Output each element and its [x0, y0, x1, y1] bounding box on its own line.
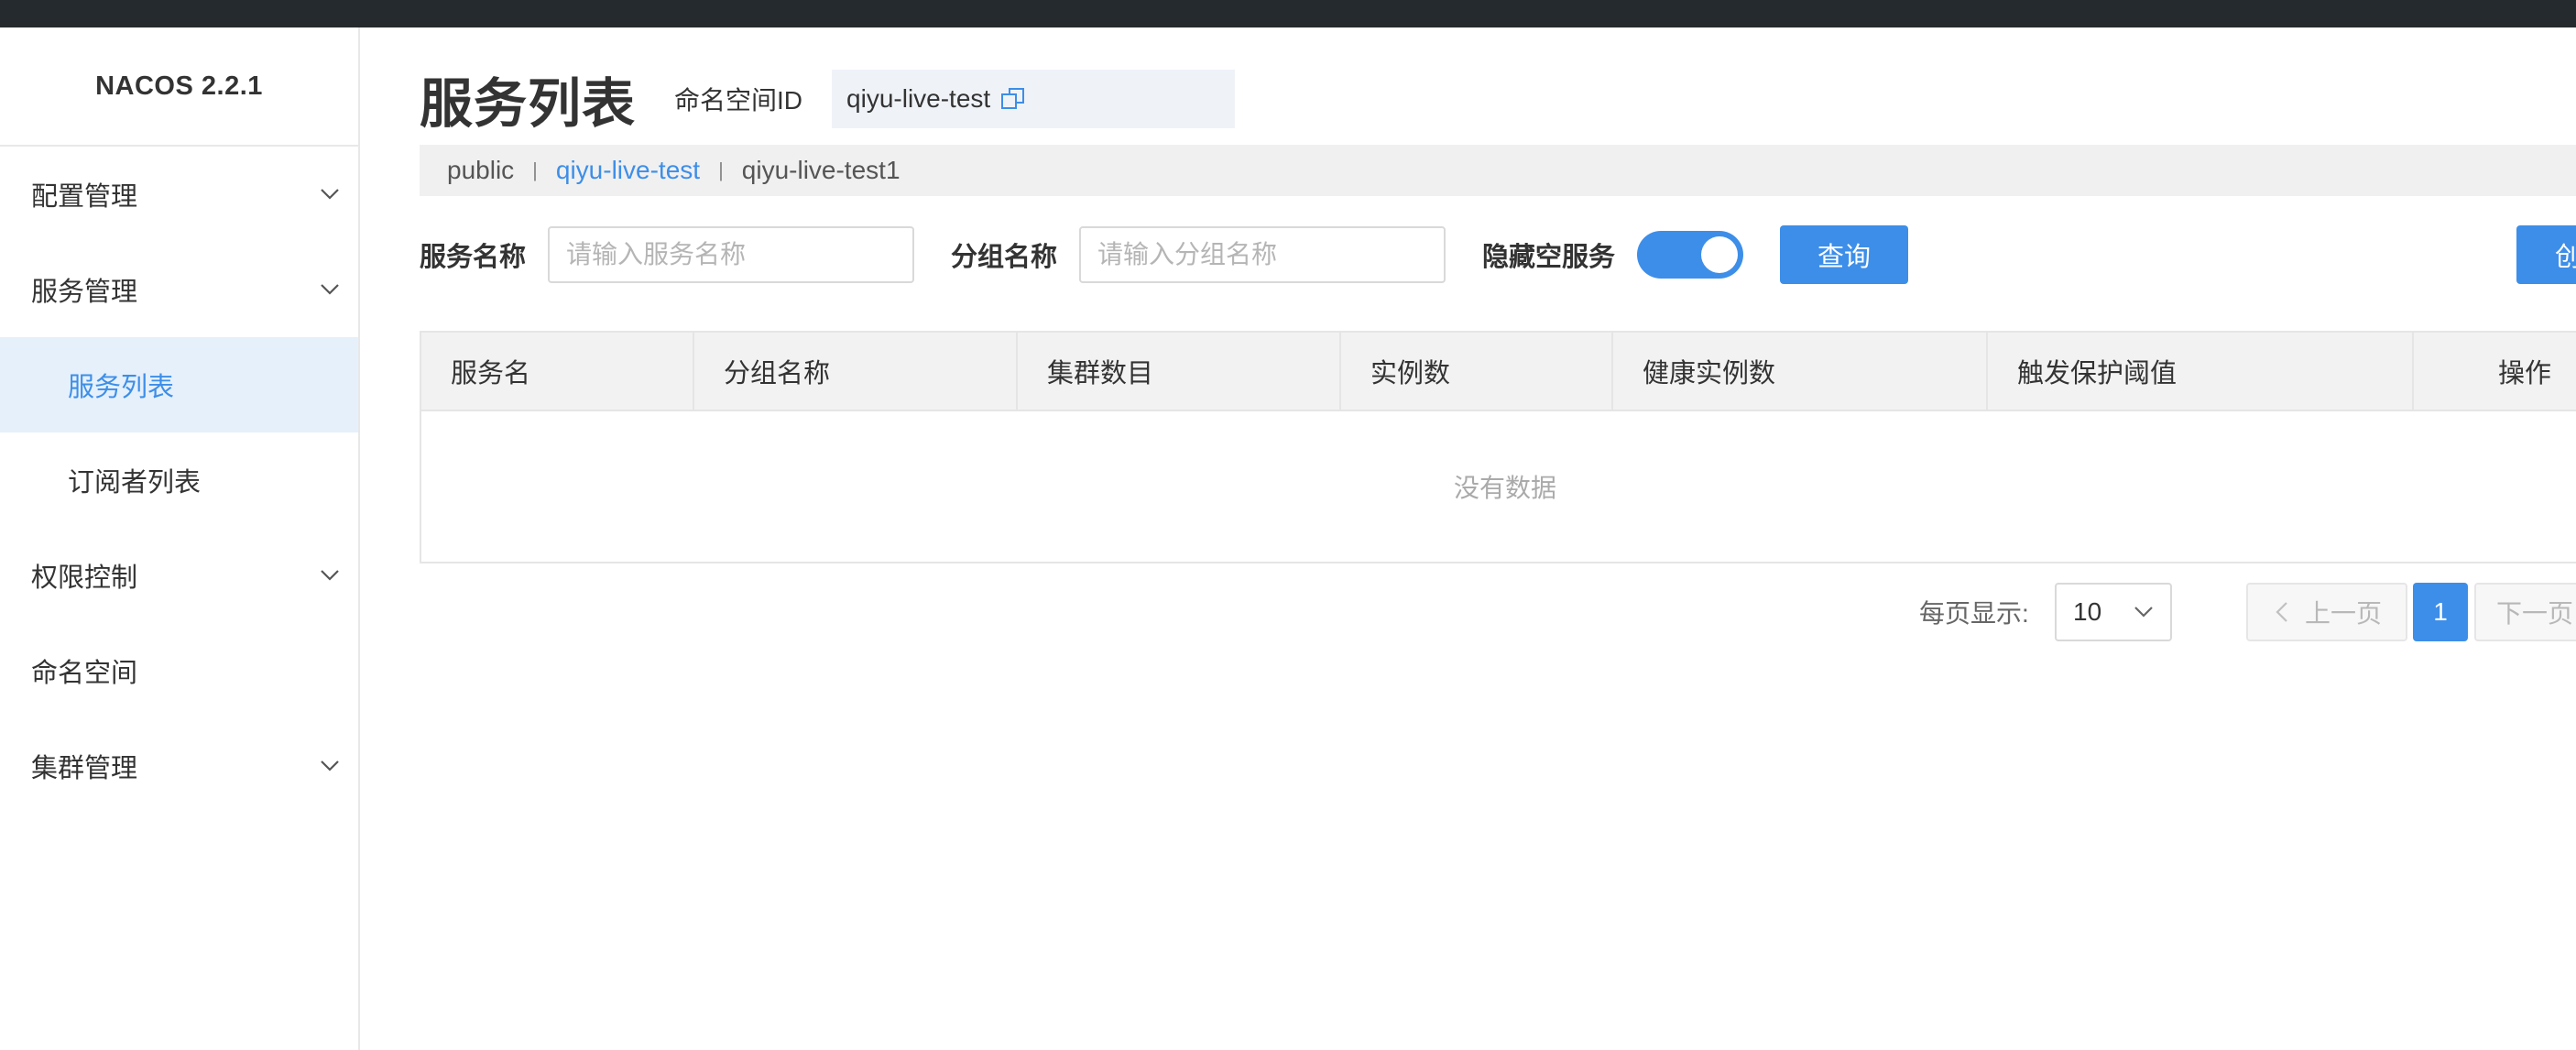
sidebar-item-cluster-management[interactable]: 集群管理 — [0, 718, 358, 814]
next-page-button[interactable]: 下一页 — [2474, 583, 2576, 641]
sidebar-item-label: 配置管理 — [31, 182, 138, 212]
copy-icon[interactable] — [999, 85, 1027, 113]
next-page-label: 下一页 — [2496, 599, 2574, 628]
column-header: 集群数目 — [1018, 333, 1341, 410]
main-content: 服务列表 命名空间ID qiyu-live-test public | qiyu… — [360, 27, 2576, 1050]
sidebar-item-access-control[interactable]: 权限控制 — [0, 528, 358, 623]
service-name-input[interactable] — [548, 226, 915, 283]
namespace-id-label: 命名空间ID — [674, 85, 803, 115]
sidebar-item-label: 服务列表 — [68, 373, 175, 402]
app-logo: NACOS 2.2.1 — [0, 27, 358, 147]
chevron-down-icon — [2134, 607, 2153, 618]
sidebar-item-service-management[interactable]: 服务管理 — [0, 242, 358, 337]
column-header: 分组名称 — [694, 333, 1018, 410]
empty-state: 没有数据 — [1453, 474, 1556, 502]
create-service-button[interactable]: 创建服务 — [2516, 225, 2576, 284]
column-header: 实例数 — [1341, 333, 1613, 410]
hide-empty-toggle[interactable] — [1637, 231, 1744, 279]
title-row: 服务列表 命名空间ID qiyu-live-test — [420, 64, 1236, 134]
filter-bar: 服务名称 分组名称 隐藏空服务 查询 创建服务 — [420, 224, 2576, 285]
column-header: 操作 — [2498, 359, 2552, 388]
sidebar-item-label: 服务管理 — [31, 278, 138, 307]
sidebar-item-service-list[interactable]: 服务列表 — [0, 337, 358, 432]
per-page-label: 每页显示: — [1919, 599, 2029, 628]
sidebar-item-namespace[interactable]: 命名空间 — [0, 623, 358, 718]
namespace-link-public[interactable]: public — [447, 156, 514, 185]
per-page-value: 10 — [2073, 597, 2102, 626]
namespace-link-qiyu-live-test[interactable]: qiyu-live-test — [556, 156, 700, 185]
table-header: 服务名 分组名称 集群数目 实例数 健康实例数 触发保护阈值 操作 — [421, 333, 2576, 411]
sidebar-item-config-management[interactable]: 配置管理 — [0, 147, 358, 242]
column-header: 触发保护阈值 — [1988, 333, 2414, 410]
pagination: 每页显示: 10 上一页 1 下一页 — [360, 583, 2576, 641]
chevron-down-icon — [321, 760, 339, 771]
chevron-down-icon — [321, 284, 339, 295]
query-button[interactable]: 查询 — [1780, 225, 1909, 284]
chevron-down-icon — [321, 570, 339, 581]
sidebar-item-label: 权限控制 — [31, 563, 138, 593]
sidebar-item-label: 订阅者列表 — [68, 468, 202, 498]
page-title: 服务列表 — [420, 73, 637, 134]
top-bar — [0, 0, 2576, 27]
sidebar-item-subscriber-list[interactable]: 订阅者列表 — [0, 432, 358, 528]
column-header: 服务名 — [421, 333, 694, 410]
toggle-knob — [1701, 236, 1739, 273]
sidebar-item-label: 集群管理 — [31, 754, 138, 783]
prev-page-button[interactable]: 上一页 — [2246, 583, 2407, 641]
namespace-id-value: qiyu-live-test — [846, 83, 991, 113]
service-table: 服务名 分组名称 集群数目 实例数 健康实例数 触发保护阈值 操作 没有数据 — [420, 331, 2576, 563]
group-name-input[interactable] — [1079, 226, 1446, 283]
chevron-left-icon — [2276, 602, 2287, 622]
sidebar-item-label: 命名空间 — [31, 659, 138, 688]
namespace-link-qiyu-live-test1[interactable]: qiyu-live-test1 — [742, 156, 901, 185]
per-page-select[interactable]: 10 — [2055, 583, 2172, 641]
namespace-separator: | — [532, 159, 538, 181]
sidebar: NACOS 2.2.1 配置管理 服务管理 服务列表 订阅者列表 权限控制 命名… — [0, 27, 360, 1050]
column-header: 健康实例数 — [1613, 333, 1988, 410]
group-name-label: 分组名称 — [951, 243, 1058, 272]
namespace-selector: public | qiyu-live-test | qiyu-live-test… — [420, 145, 2576, 196]
service-name-label: 服务名称 — [420, 243, 527, 272]
namespace-id-box: qiyu-live-test — [832, 69, 1236, 128]
hide-empty-label: 隐藏空服务 — [1482, 243, 1616, 272]
namespace-separator: | — [718, 159, 724, 181]
chevron-down-icon — [321, 189, 339, 200]
prev-page-label: 上一页 — [2305, 599, 2383, 628]
page-number-current[interactable]: 1 — [2413, 583, 2468, 641]
